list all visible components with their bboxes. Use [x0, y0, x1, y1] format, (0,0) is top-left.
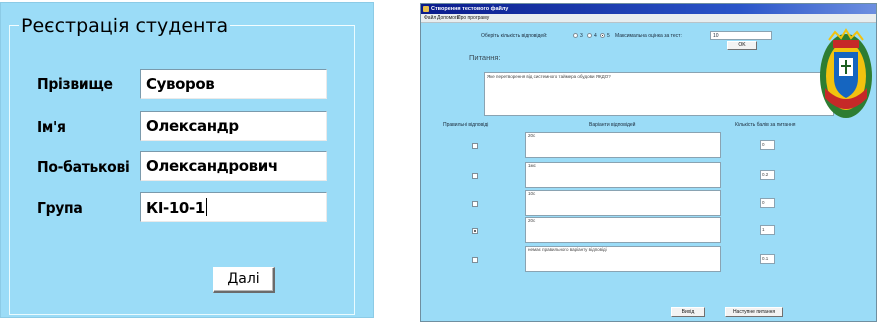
points-value-1: 0	[762, 142, 765, 147]
points-value-4: 1	[762, 227, 765, 232]
answer-text-1: 20с	[528, 133, 536, 138]
registration-title: Реєстрація студента	[19, 15, 231, 37]
title-bar: Створення тестового файлу	[421, 4, 876, 14]
col-variants-header: Варіанти відповідей	[589, 122, 636, 128]
answer-count-radio-4[interactable]	[587, 33, 592, 38]
ok-button[interactable]: OK	[727, 41, 757, 50]
group-label: Група	[37, 199, 83, 217]
points-value-3: 0	[762, 200, 765, 205]
group-field[interactable]: КІ-10-1	[140, 192, 327, 222]
text-caret	[205, 198, 207, 216]
answer-field-5[interactable]: немає правильного варіанту відповіді	[525, 246, 721, 272]
max-score-label: Максимальна оцінка за тест:	[615, 33, 682, 39]
max-score-field[interactable]: 10	[710, 31, 772, 40]
university-coat-of-arms-icon	[820, 28, 872, 118]
correct-checkbox-2[interactable]	[472, 173, 478, 179]
group-field-value: КІ-10-1	[146, 199, 205, 217]
answer-field-2[interactable]: 1мс	[525, 162, 721, 188]
patronymic-label: По-батькові	[37, 158, 130, 176]
answer-field-1[interactable]: 20с	[525, 132, 721, 158]
answer-count-option-3: 3	[580, 33, 583, 39]
answer-count-label: Оберіть кількість відповідей:	[481, 33, 548, 39]
points-field-2[interactable]: 0.2	[760, 170, 775, 180]
points-value-2: 0.2	[762, 172, 769, 177]
window-title: Створення тестового файлу	[431, 6, 509, 12]
name-label: Ім'я	[37, 118, 66, 136]
answer-text-3: 10с	[528, 191, 536, 196]
points-field-4[interactable]: 1	[760, 225, 775, 235]
surname-label: Прізвище	[37, 75, 113, 93]
surname-field[interactable]: Суворов	[140, 69, 327, 99]
patronymic-field[interactable]: Олександрович	[140, 151, 327, 181]
question-text: Яке перетворення від системного таймера …	[487, 74, 611, 79]
correct-checkbox-5[interactable]	[472, 257, 478, 263]
next-question-button[interactable]: Наступне питання	[725, 307, 783, 317]
answer-text-2: 1мс	[528, 163, 536, 168]
correct-checkbox-1[interactable]	[472, 143, 478, 149]
points-field-5[interactable]: 0.1	[760, 254, 775, 264]
menu-file[interactable]: Файл	[424, 14, 436, 23]
question-field[interactable]: Яке перетворення від системного таймера …	[484, 72, 834, 116]
points-field-1[interactable]: 0	[760, 140, 775, 150]
points-field-3[interactable]: 0	[760, 198, 775, 208]
answer-count-option-5: 5	[607, 33, 610, 39]
col-correct-header: Правильні відповіді	[443, 122, 489, 128]
exit-button[interactable]: Вихід	[671, 307, 705, 317]
menu-about[interactable]: Про програму	[457, 14, 489, 23]
next-button[interactable]: Далі	[213, 267, 275, 293]
answer-field-4[interactable]: 20с	[525, 217, 721, 243]
answer-count-option-4: 4	[594, 33, 597, 39]
answer-text-5: немає правильного варіанту відповіді	[528, 247, 607, 252]
answer-count-radio-3[interactable]	[573, 33, 578, 38]
question-label: Питання:	[469, 53, 501, 62]
app-icon	[423, 6, 429, 12]
menu-bar: Файл Допомога Про програму	[421, 14, 876, 23]
name-field[interactable]: Олександр	[140, 111, 327, 141]
max-score-value: 10	[713, 33, 719, 39]
col-points-header: Кількість балів за питання	[735, 122, 796, 128]
answer-count-radio-5[interactable]	[600, 33, 605, 38]
test-editor-window: Створення тестового файлу Файл Допомога …	[420, 3, 877, 322]
answer-field-3[interactable]: 10с	[525, 190, 721, 216]
answer-text-4: 20с	[528, 218, 536, 223]
correct-checkbox-3[interactable]	[472, 201, 478, 207]
registration-window: Реєстрація студента Прізвище Суворов Ім'…	[0, 2, 374, 318]
points-value-5: 0.1	[762, 256, 769, 261]
correct-checkbox-4[interactable]	[472, 228, 478, 234]
